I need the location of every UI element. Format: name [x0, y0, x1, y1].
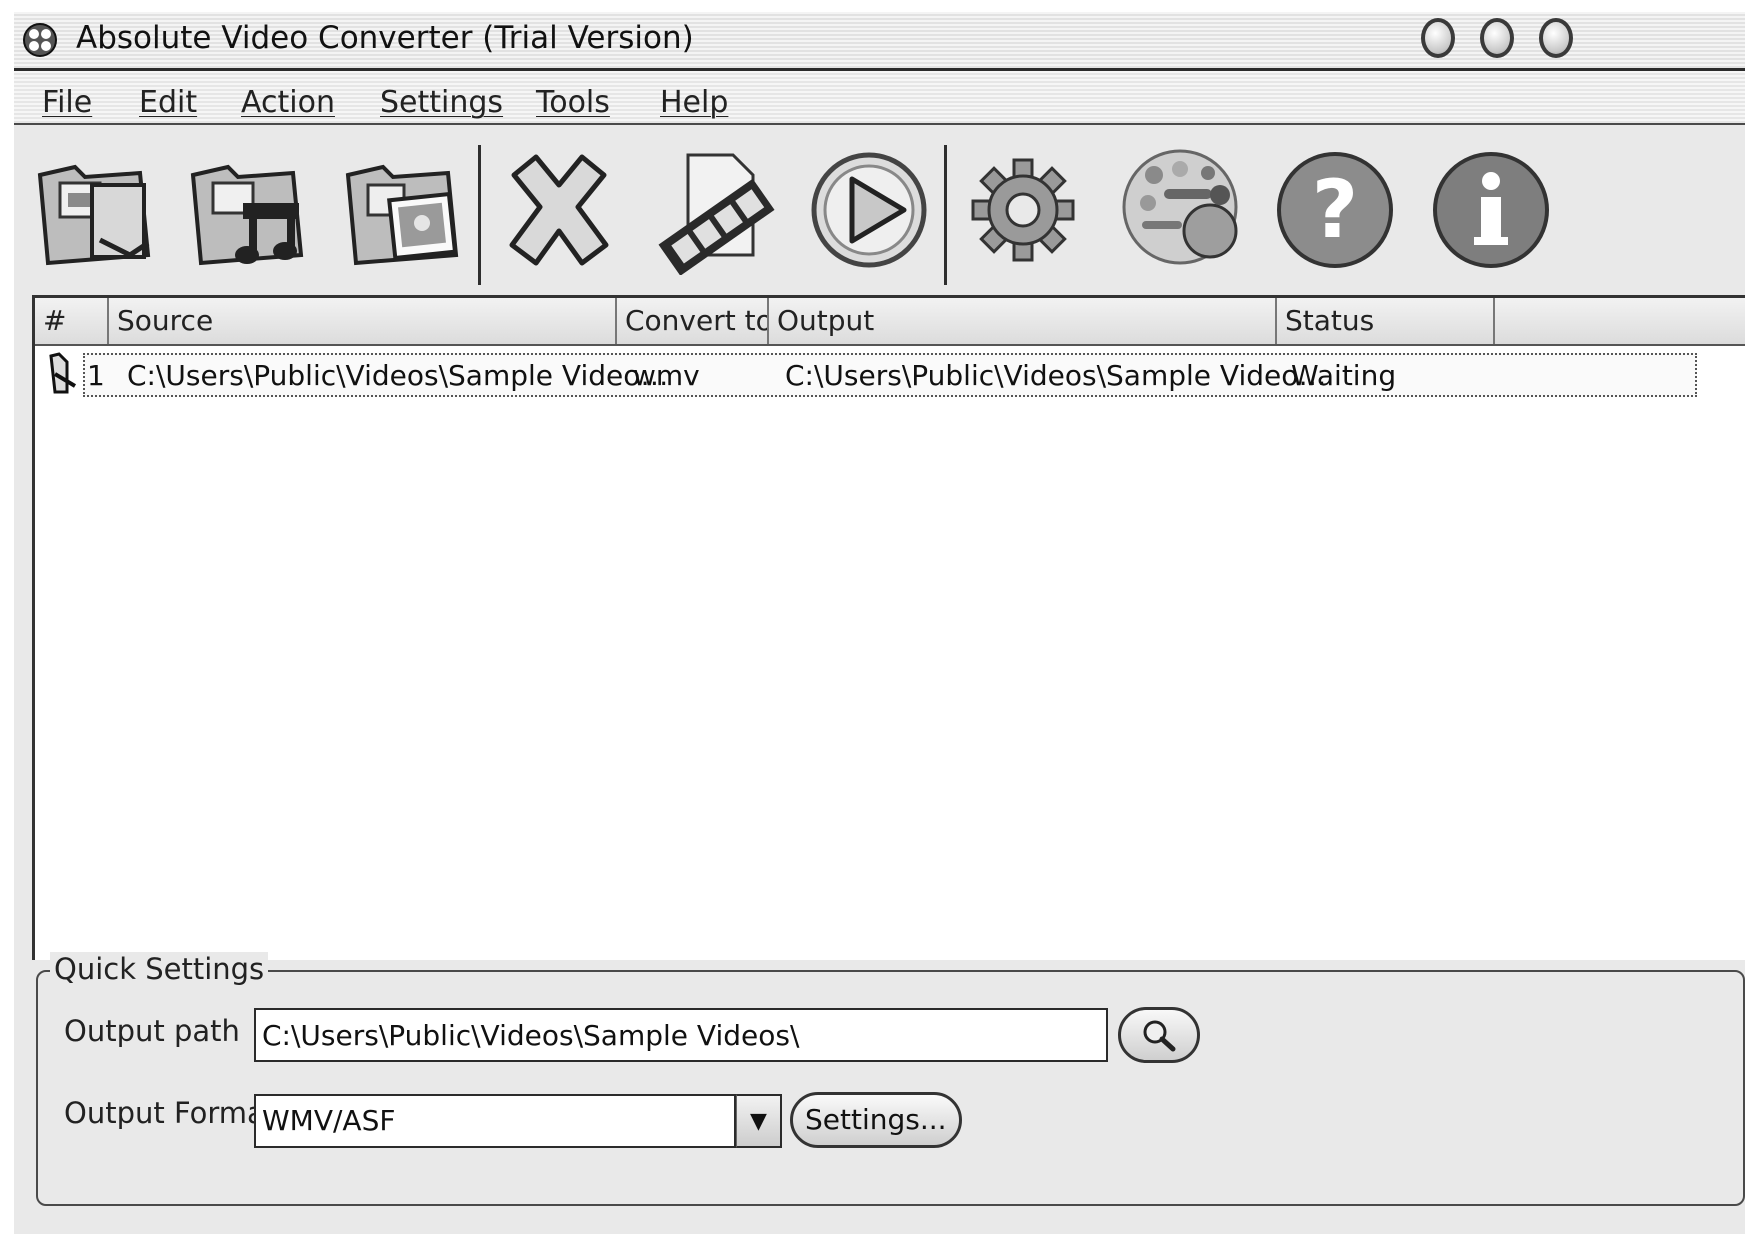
help-icon: ? — [1277, 152, 1393, 268]
output-format-select[interactable]: WMV/ASF — [254, 1094, 736, 1148]
video-file-icon — [658, 153, 775, 275]
row-source: C:\Users\Public\Videos\Sample Video… — [127, 359, 669, 392]
skin-button[interactable] — [1114, 135, 1252, 285]
about-button[interactable] — [1422, 135, 1560, 285]
toolbar-separator — [478, 145, 481, 285]
row-status: Waiting — [1291, 359, 1397, 392]
settings-gear-icon — [971, 158, 1075, 262]
play-icon — [811, 152, 927, 268]
toolbar: ? — [14, 125, 1745, 295]
table-row[interactable]: 1 C:\Users\Public\Videos\Sample Video… w… — [83, 353, 1697, 397]
output-path-label: Output path — [64, 1014, 240, 1048]
add-video-folder-icon — [37, 164, 151, 266]
browse-button[interactable] — [1118, 1007, 1200, 1063]
output-format-value: WMV/ASF — [262, 1104, 396, 1137]
start-convert-button[interactable] — [800, 135, 938, 285]
convert-file-button[interactable] — [644, 135, 782, 285]
skin-icon — [1122, 149, 1238, 265]
remove-button[interactable] — [490, 135, 628, 285]
app-logo-icon — [23, 23, 57, 57]
menu-edit[interactable]: Edit — [139, 85, 197, 120]
format-dropdown-button[interactable]: ▼ — [736, 1094, 782, 1148]
quick-settings-group: Quick Settings Output path Output Format… — [36, 952, 1745, 1206]
menu-bar: File Edit Action Settings Tools Help — [14, 71, 1745, 125]
column-header-source[interactable]: Source — [109, 298, 617, 344]
row-convert-to: wmv — [633, 359, 700, 392]
column-header-number[interactable]: # — [35, 298, 109, 344]
table-header: # Source Convert to Output Status — [35, 298, 1745, 346]
column-header-output[interactable]: Output — [769, 298, 1277, 344]
format-settings-button[interactable]: Settings... — [790, 1092, 962, 1148]
chevron-down-icon: ▼ — [750, 1108, 767, 1134]
info-icon — [1433, 152, 1549, 268]
add-audio-folder-icon — [190, 164, 304, 266]
search-icon — [1143, 1020, 1176, 1052]
row-number: 1 — [87, 359, 105, 392]
help-button[interactable]: ? — [1266, 135, 1404, 285]
close-button[interactable] — [1539, 18, 1573, 58]
video-file-row-icon — [49, 352, 77, 394]
menu-settings[interactable]: Settings — [380, 85, 503, 120]
quick-settings-title: Quick Settings — [50, 952, 269, 986]
maximize-button[interactable] — [1480, 18, 1514, 58]
menu-action[interactable]: Action — [241, 85, 335, 120]
title-bar[interactable]: Absolute Video Converter (Trial Version) — [14, 12, 1745, 71]
output-format-label: Output Format — [64, 1096, 277, 1130]
menu-file[interactable]: File — [42, 85, 92, 120]
column-header-status[interactable]: Status — [1277, 298, 1495, 344]
column-header-convert-to[interactable]: Convert to — [617, 298, 769, 344]
window-title: Absolute Video Converter (Trial Version) — [76, 20, 694, 56]
settings-button[interactable] — [954, 135, 1092, 285]
output-path-input[interactable] — [254, 1008, 1108, 1062]
add-video-button[interactable] — [26, 135, 164, 285]
menu-tools[interactable]: Tools — [536, 85, 610, 120]
add-audio-button[interactable] — [179, 135, 317, 285]
file-list-table[interactable]: # Source Convert to Output Status 1 C:\U… — [32, 295, 1745, 960]
menu-help[interactable]: Help — [660, 85, 728, 120]
app-window: Absolute Video Converter (Trial Version)… — [14, 12, 1745, 1234]
row-output: C:\Users\Public\Videos\Sample Video… — [785, 359, 1327, 392]
column-header-empty — [1495, 298, 1745, 344]
add-image-button[interactable] — [334, 135, 472, 285]
minimize-button[interactable] — [1421, 18, 1455, 58]
svg-text:?: ? — [1312, 163, 1358, 256]
toolbar-separator — [944, 145, 947, 285]
remove-icon — [509, 154, 609, 266]
add-image-folder-icon — [345, 164, 459, 266]
